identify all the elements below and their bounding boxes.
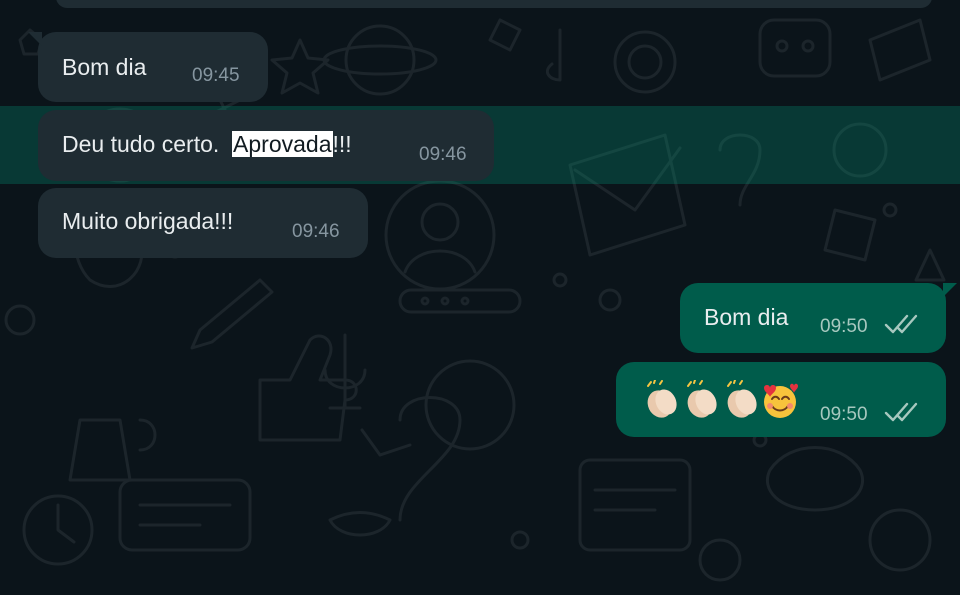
message-text: Bom dia: [62, 54, 147, 80]
clapping-hands-icon: [687, 380, 717, 418]
previous-message-bubble[interactable]: [56, 0, 932, 8]
emoji-content: [647, 380, 798, 418]
message-text: Bom dia: [704, 304, 789, 330]
message-timestamp: 09:45: [192, 65, 240, 86]
outgoing-message-bubble[interactable]: Bom dia 09:50: [680, 283, 957, 353]
double-check-read-icon: [884, 402, 918, 422]
incoming-message-bubble[interactable]: Muito obrigada!!! 09:46: [38, 188, 368, 258]
smiling-face-with-hearts-icon: [764, 383, 798, 418]
chat-conversation[interactable]: Bom dia 09:45 Deu tudo certo. Aprovada!!…: [0, 0, 960, 595]
incoming-message-bubble[interactable]: Bom dia 09:45: [28, 32, 268, 102]
message-timestamp: 09:46: [419, 144, 467, 165]
bubble-tail: [28, 32, 42, 46]
outgoing-message-bubble-emoji[interactable]: 09:50: [616, 362, 946, 437]
message-timestamp: 09:50: [820, 316, 868, 337]
selected-text-highlight[interactable]: Aprovada: [232, 131, 333, 157]
message-text-before: Deu tudo certo.: [62, 131, 220, 157]
incoming-message-bubble-selected[interactable]: Deu tudo certo. Aprovada!!! 09:46: [38, 110, 494, 181]
message-timestamp: 09:46: [292, 221, 340, 242]
message-text: Muito obrigada!!!: [62, 208, 234, 234]
double-check-read-icon: [884, 314, 918, 334]
message-text-after: !!!: [332, 131, 352, 157]
clapping-hands-icon: [647, 380, 677, 418]
bubble-tail: [943, 283, 957, 297]
message-text: Deu tudo certo. Aprovada!!!: [62, 130, 352, 158]
message-timestamp: 09:50: [820, 404, 868, 425]
clapping-hands-icon: [727, 380, 757, 418]
